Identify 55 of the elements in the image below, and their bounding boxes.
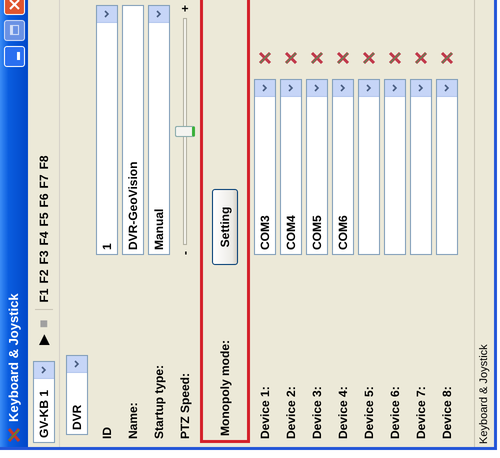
port-dropdown[interactable]: COM3	[254, 79, 276, 255]
window-title: Keyboard & Joystick	[5, 292, 22, 422]
device-label: Device 6:	[387, 385, 403, 439]
slider-max-label: +	[177, 5, 193, 12]
dropdown-field[interactable]: 1	[96, 5, 118, 255]
device-label: Device 8:	[439, 385, 455, 439]
field-label: Startup type:	[151, 364, 167, 439]
device-label: Device 2:	[283, 385, 299, 439]
function-key-button[interactable]: F1	[34, 288, 52, 303]
field-label: Monopoly mode:	[217, 339, 233, 436]
field-label: PTZ Speed:	[177, 372, 193, 439]
port-dropdown[interactable]	[410, 79, 432, 255]
field-label: ID	[99, 426, 115, 439]
function-key-button[interactable]: F7	[34, 174, 52, 188]
device-type-dropdown[interactable]: DVR	[66, 355, 88, 435]
function-key-button[interactable]: F3	[34, 250, 52, 264]
setting-button[interactable]: Setting	[212, 189, 238, 265]
close-button[interactable]	[4, 0, 24, 15]
maximize-button[interactable]	[4, 20, 24, 41]
port-dropdown[interactable]: COM4	[280, 79, 302, 255]
device-label: Device 5:	[361, 385, 377, 439]
field-label: Name:	[125, 401, 141, 439]
joystick-icon	[6, 427, 22, 443]
disconnected-icon	[310, 51, 324, 65]
device-label: Device 3:	[309, 385, 325, 439]
function-key-button[interactable]: F8	[34, 155, 52, 170]
port-dropdown[interactable]: COM5	[306, 79, 328, 255]
disconnected-icon	[258, 51, 272, 65]
device-label: Device 7:	[413, 385, 429, 439]
disconnected-icon	[388, 51, 402, 65]
disconnected-icon	[284, 51, 298, 65]
function-key-button[interactable]: F2	[34, 270, 52, 284]
port-dropdown[interactable]: COM6	[332, 79, 354, 255]
slider-min-label: -	[177, 251, 193, 255]
disconnected-icon	[362, 51, 376, 65]
text-field[interactable]: DVR-GeoVision	[122, 5, 144, 255]
disconnected-icon	[440, 51, 454, 65]
minimize-button[interactable]	[4, 46, 24, 67]
function-key-button[interactable]: F4	[34, 231, 52, 246]
device-label: Device 4:	[335, 385, 351, 439]
close-icon	[8, 0, 20, 10]
play-button[interactable]: ▶	[33, 334, 54, 345]
status-bar-text: Keyboard & Joystick	[477, 344, 492, 444]
disconnected-icon	[414, 51, 428, 65]
dropdown-field[interactable]: Manual	[148, 5, 170, 255]
function-key-button[interactable]: F5	[34, 212, 52, 226]
port-dropdown[interactable]	[436, 79, 458, 255]
port-dropdown[interactable]	[384, 79, 406, 255]
device-label: Device 1:	[257, 385, 273, 439]
slider[interactable]	[175, 18, 195, 245]
slider-thumb[interactable]	[175, 126, 195, 137]
function-key-button[interactable]: F6	[34, 193, 52, 208]
disconnected-icon	[336, 51, 350, 65]
keyboard-dropdown[interactable]: GV-KB 1	[32, 361, 54, 443]
port-dropdown[interactable]	[358, 79, 380, 255]
